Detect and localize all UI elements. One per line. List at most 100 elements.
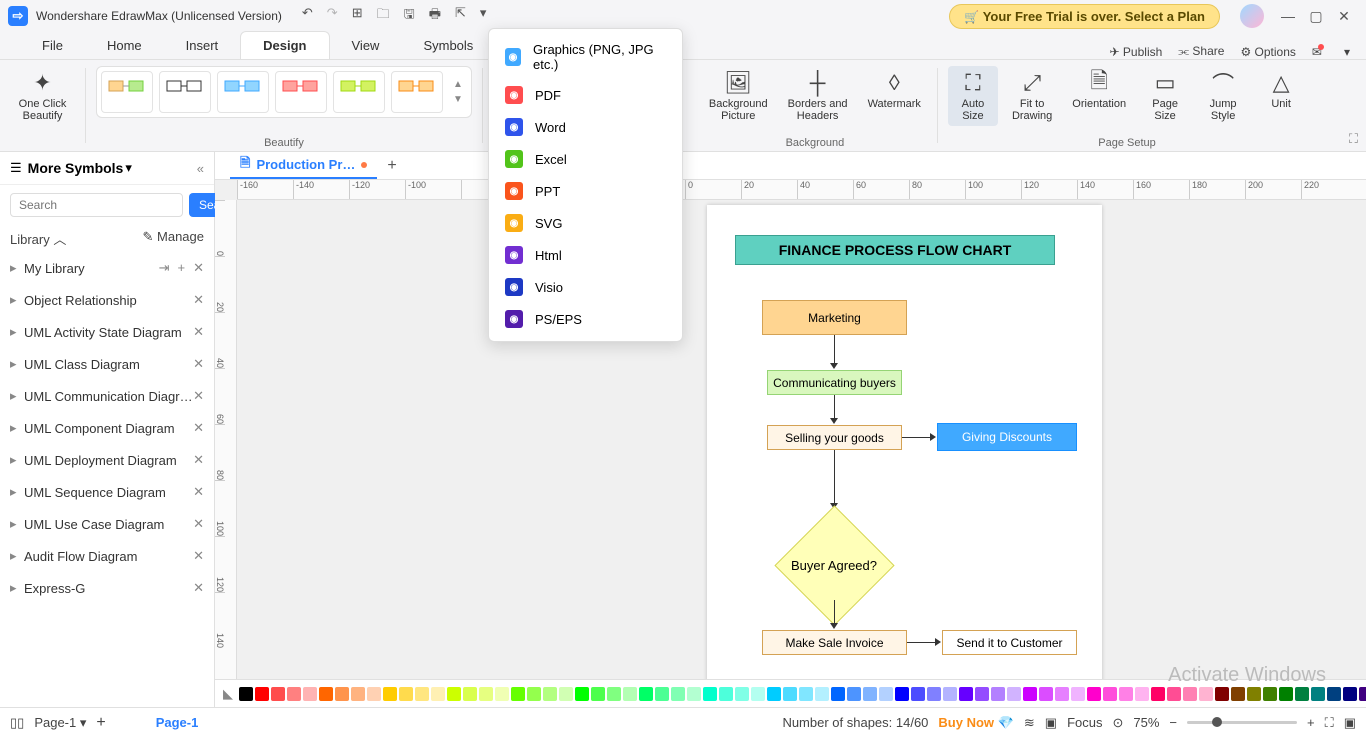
color-swatch[interactable] [975,687,989,701]
save-icon[interactable]: 🖫 [404,5,415,27]
options-button[interactable]: ⚙ Options [1240,45,1295,59]
color-swatch[interactable] [1135,687,1149,701]
color-swatch[interactable] [431,687,445,701]
theme-thumb[interactable] [101,71,153,113]
fit-window-icon[interactable]: ⊙ [1112,715,1123,731]
unit-button[interactable]: △Unit [1256,66,1306,114]
theme-thumb[interactable] [333,71,385,113]
focus-button[interactable]: Focus [1067,715,1102,730]
page-size-button[interactable]: ▭Page Size [1140,66,1190,126]
color-swatch[interactable] [319,687,333,701]
close-icon[interactable]: ✕ [193,324,204,340]
node-discounts[interactable]: Giving Discounts [937,423,1077,451]
color-swatch[interactable] [1167,687,1181,701]
export-item[interactable]: ◉Word [489,111,682,143]
gallery-up-icon[interactable]: ▲ [453,79,463,90]
theme-thumb[interactable] [217,71,269,113]
color-swatch[interactable] [1039,687,1053,701]
color-swatch[interactable] [479,687,493,701]
share-button[interactable]: ⫘ Share [1178,44,1224,59]
library-label[interactable]: Library ︿ [10,229,66,248]
color-swatch[interactable] [495,687,509,701]
theme-thumb[interactable] [159,71,211,113]
color-swatch[interactable] [511,687,525,701]
export-item[interactable]: ◉Graphics (PNG, JPG etc.) [489,35,682,79]
zoom-slider[interactable] [1187,721,1297,724]
node-decision[interactable]: Buyer Agreed? [774,525,894,605]
color-swatch[interactable] [239,687,253,701]
gallery-down-icon[interactable]: ▼ [453,94,463,105]
manage-button[interactable]: ✎ Manage [143,229,205,248]
library-item[interactable]: ▸UML Deployment Diagram✕ [0,444,214,476]
color-swatch[interactable] [303,687,317,701]
library-item[interactable]: ▸Object Relationship✕ [0,284,214,316]
color-swatch[interactable] [1359,687,1366,701]
color-swatch[interactable] [623,687,637,701]
color-swatch[interactable] [1055,687,1069,701]
color-swatch[interactable] [943,687,957,701]
color-swatch[interactable] [383,687,397,701]
export-item[interactable]: ◉SVG [489,207,682,239]
color-swatch[interactable] [1151,687,1165,701]
color-swatch[interactable] [1231,687,1245,701]
color-swatch[interactable] [687,687,701,701]
import-icon[interactable]: ⇥ [159,260,170,276]
export-item[interactable]: ◉Html [489,239,682,271]
color-swatch[interactable] [1295,687,1309,701]
color-swatch[interactable] [991,687,1005,701]
color-swatch[interactable] [559,687,573,701]
color-swatch[interactable] [415,687,429,701]
tab-file[interactable]: File [20,32,85,59]
color-swatch[interactable] [1247,687,1261,701]
library-item[interactable]: ▸UML Component Diagram✕ [0,412,214,444]
overflow-icon[interactable]: ▾ [1344,45,1350,59]
eyedropper-icon[interactable]: ◣ [223,686,233,702]
color-swatch[interactable] [959,687,973,701]
fit-page-icon[interactable]: ▣ [1344,715,1356,731]
color-swatch[interactable] [1279,687,1293,701]
node-send[interactable]: Send it to Customer [942,630,1077,655]
tab-view[interactable]: View [330,32,402,59]
node-invoice[interactable]: Make Sale Invoice [762,630,907,655]
close-icon[interactable]: ✕ [193,260,204,276]
color-swatch[interactable] [703,687,717,701]
color-swatch[interactable] [671,687,685,701]
add-icon[interactable]: + [178,260,186,276]
tab-symbols[interactable]: Symbols [401,32,495,59]
zoom-out-button[interactable]: − [1169,715,1177,730]
close-icon[interactable]: ✕ [193,420,204,436]
close-icon[interactable]: ✕ [193,516,204,532]
export-icon[interactable]: ⇱ [455,5,466,27]
color-swatch[interactable] [335,687,349,701]
color-swatch[interactable] [1263,687,1277,701]
color-swatch[interactable] [575,687,589,701]
zoom-level[interactable]: 75% [1133,715,1159,730]
color-swatch[interactable] [815,687,829,701]
color-swatch[interactable] [799,687,813,701]
color-swatch[interactable] [831,687,845,701]
color-swatch[interactable] [543,687,557,701]
color-swatch[interactable] [399,687,413,701]
page-tab[interactable]: Page-1 [156,715,199,730]
library-item[interactable]: ▸UML Activity State Diagram✕ [0,316,214,348]
presentation-icon[interactable]: ▣ [1045,715,1057,731]
close-icon[interactable]: ✕ [193,484,204,500]
close-icon[interactable]: ✕ [193,452,204,468]
color-swatch[interactable] [879,687,893,701]
close-icon[interactable]: ✕ [193,356,204,372]
close-icon[interactable]: ✕ [193,292,204,308]
add-doc-button[interactable]: + [387,157,396,175]
color-swatch[interactable] [911,687,925,701]
print-icon[interactable]: 🖶 [429,5,441,27]
library-item[interactable]: ▸My Library⇥+✕ [0,252,214,284]
color-swatch[interactable] [1023,687,1037,701]
color-swatch[interactable] [527,687,541,701]
minimize-button[interactable]: — [1274,8,1302,24]
node-marketing[interactable]: Marketing [762,300,907,335]
color-swatch[interactable] [1343,687,1357,701]
ribbon-expand-icon[interactable]: ⛶ [1341,127,1366,151]
fit-drawing-button[interactable]: ⤢Fit to Drawing [1006,66,1058,126]
color-swatch[interactable] [447,687,461,701]
search-input[interactable] [10,193,183,217]
drawing-page[interactable]: FINANCE PROCESS FLOW CHART Marketing Com… [707,205,1102,679]
